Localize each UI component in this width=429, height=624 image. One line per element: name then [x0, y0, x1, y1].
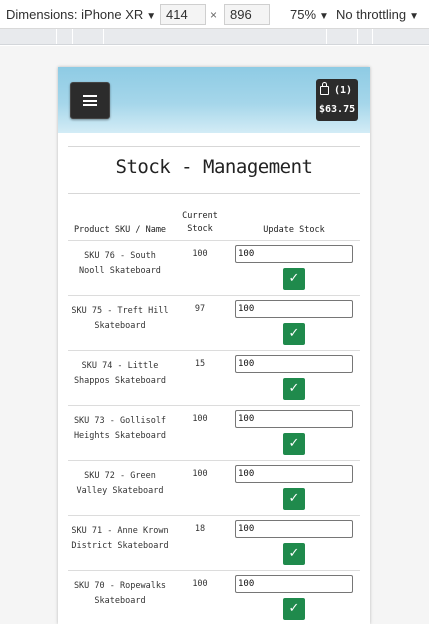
- product-name: SKU 71 - Anne Krown District Skateboard: [71, 526, 169, 551]
- update-stock-button[interactable]: ✓: [283, 433, 305, 455]
- shopping-bag-icon: [320, 82, 329, 95]
- caret-down-icon: ▼: [319, 11, 329, 22]
- throttling-dropdown[interactable]: No throttling ▼: [336, 0, 419, 29]
- checkmark-icon: ✓: [288, 601, 300, 616]
- zoom-label: 75%: [290, 7, 317, 22]
- divider: [68, 146, 360, 147]
- product-name: SKU 76 - South Nooll Skateboard: [79, 251, 161, 276]
- viewport-width-input[interactable]: [160, 4, 206, 25]
- caret-down-icon: ▼: [146, 11, 157, 22]
- checkmark-icon: ✓: [288, 326, 300, 341]
- menu-toggle-button[interactable]: [70, 82, 110, 119]
- update-stock-input[interactable]: [235, 575, 353, 593]
- ruler-divider: [357, 29, 358, 44]
- table-row: SKU 71 - Anne Krown District Skateboard …: [68, 516, 360, 571]
- checkmark-icon: ✓: [288, 546, 300, 561]
- cart-total: $63.75: [319, 104, 356, 115]
- media-query-ruler[interactable]: [0, 29, 429, 45]
- update-stock-input[interactable]: [235, 355, 353, 373]
- product-name: SKU 73 - Gollisolf Heights Skateboard: [73, 416, 167, 441]
- update-stock-input[interactable]: [235, 465, 353, 483]
- zoom-dropdown[interactable]: 75% ▼: [290, 0, 329, 29]
- checkmark-icon: ✓: [288, 271, 300, 286]
- ruler-divider: [56, 29, 57, 44]
- table-row: SKU 76 - South Nooll Skateboard 100 ✓: [68, 241, 360, 296]
- page-title: Stock - Management: [115, 156, 313, 178]
- update-stock-button[interactable]: ✓: [283, 323, 305, 345]
- device-dimensions-dropdown[interactable]: Dimensions: iPhone XR ▼: [6, 0, 156, 29]
- stock-table: Product SKU / Name Current Stock Update …: [68, 207, 360, 624]
- ruler-divider: [72, 29, 73, 44]
- column-header-name: Product SKU / Name: [73, 225, 167, 235]
- device-screen: (1) $63.75 Stock - Management Product SK…: [58, 67, 370, 624]
- cart-count: (1): [334, 85, 353, 96]
- product-name: SKU 70 - Ropewalks Skateboard: [73, 581, 167, 606]
- checkmark-icon: ✓: [288, 436, 300, 451]
- current-stock: 18: [194, 524, 206, 534]
- product-name: SKU 74 - Little Shappos Skateboard: [73, 361, 167, 386]
- current-stock: 15: [194, 359, 206, 369]
- update-stock-input[interactable]: [235, 300, 353, 318]
- column-header-update-stock: Update Stock: [263, 225, 325, 235]
- ruler-divider: [372, 29, 373, 44]
- current-stock: 100: [192, 469, 208, 479]
- checkmark-icon: ✓: [288, 491, 300, 506]
- update-stock-button[interactable]: ✓: [283, 543, 305, 565]
- divider: [68, 193, 360, 194]
- product-name: SKU 72 - Green Valley Skateboard: [76, 471, 164, 496]
- device-dimensions-label: Dimensions: iPhone XR: [6, 7, 144, 22]
- column-header-current-stock: Current Stock: [182, 211, 218, 234]
- current-stock: 97: [194, 304, 206, 314]
- update-stock-button[interactable]: ✓: [283, 488, 305, 510]
- site-header: (1) $63.75: [58, 67, 370, 133]
- update-stock-input[interactable]: [235, 410, 353, 428]
- throttling-label: No throttling: [336, 7, 407, 22]
- table-row: SKU 72 - Green Valley Skateboard 100 ✓: [68, 461, 360, 516]
- table-header: Product SKU / Name Current Stock Update …: [68, 207, 360, 241]
- update-stock-button[interactable]: ✓: [283, 268, 305, 290]
- update-stock-input[interactable]: [235, 245, 353, 263]
- table-row: SKU 75 - Treft Hill Skateboard 97 ✓: [68, 296, 360, 351]
- devtools-device-toolbar: Dimensions: iPhone XR▼ × 75%▼ No throttl…: [0, 0, 429, 29]
- viewport-height-input[interactable]: [224, 4, 270, 25]
- ruler-divider: [103, 29, 104, 44]
- product-name: SKU 75 - Treft Hill Skateboard: [71, 306, 169, 331]
- update-stock-button[interactable]: ✓: [283, 378, 305, 400]
- checkmark-icon: ✓: [288, 381, 300, 396]
- table-row: SKU 70 - Ropewalks Skateboard 100 ✓: [68, 571, 360, 624]
- caret-down-icon: ▼: [409, 11, 419, 22]
- shopping-cart-button[interactable]: (1) $63.75: [316, 79, 358, 121]
- update-stock-button[interactable]: ✓: [283, 598, 305, 620]
- update-stock-input[interactable]: [235, 520, 353, 538]
- hamburger-menu-icon: [83, 95, 97, 106]
- times-icon: ×: [210, 8, 218, 22]
- current-stock: 100: [192, 249, 208, 259]
- ruler-divider: [326, 29, 327, 44]
- table-row: SKU 73 - Gollisolf Heights Skateboard 10…: [68, 406, 360, 461]
- table-row: SKU 74 - Little Shappos Skateboard 15 ✓: [68, 351, 360, 406]
- current-stock: 100: [192, 579, 208, 589]
- current-stock: 100: [192, 414, 208, 424]
